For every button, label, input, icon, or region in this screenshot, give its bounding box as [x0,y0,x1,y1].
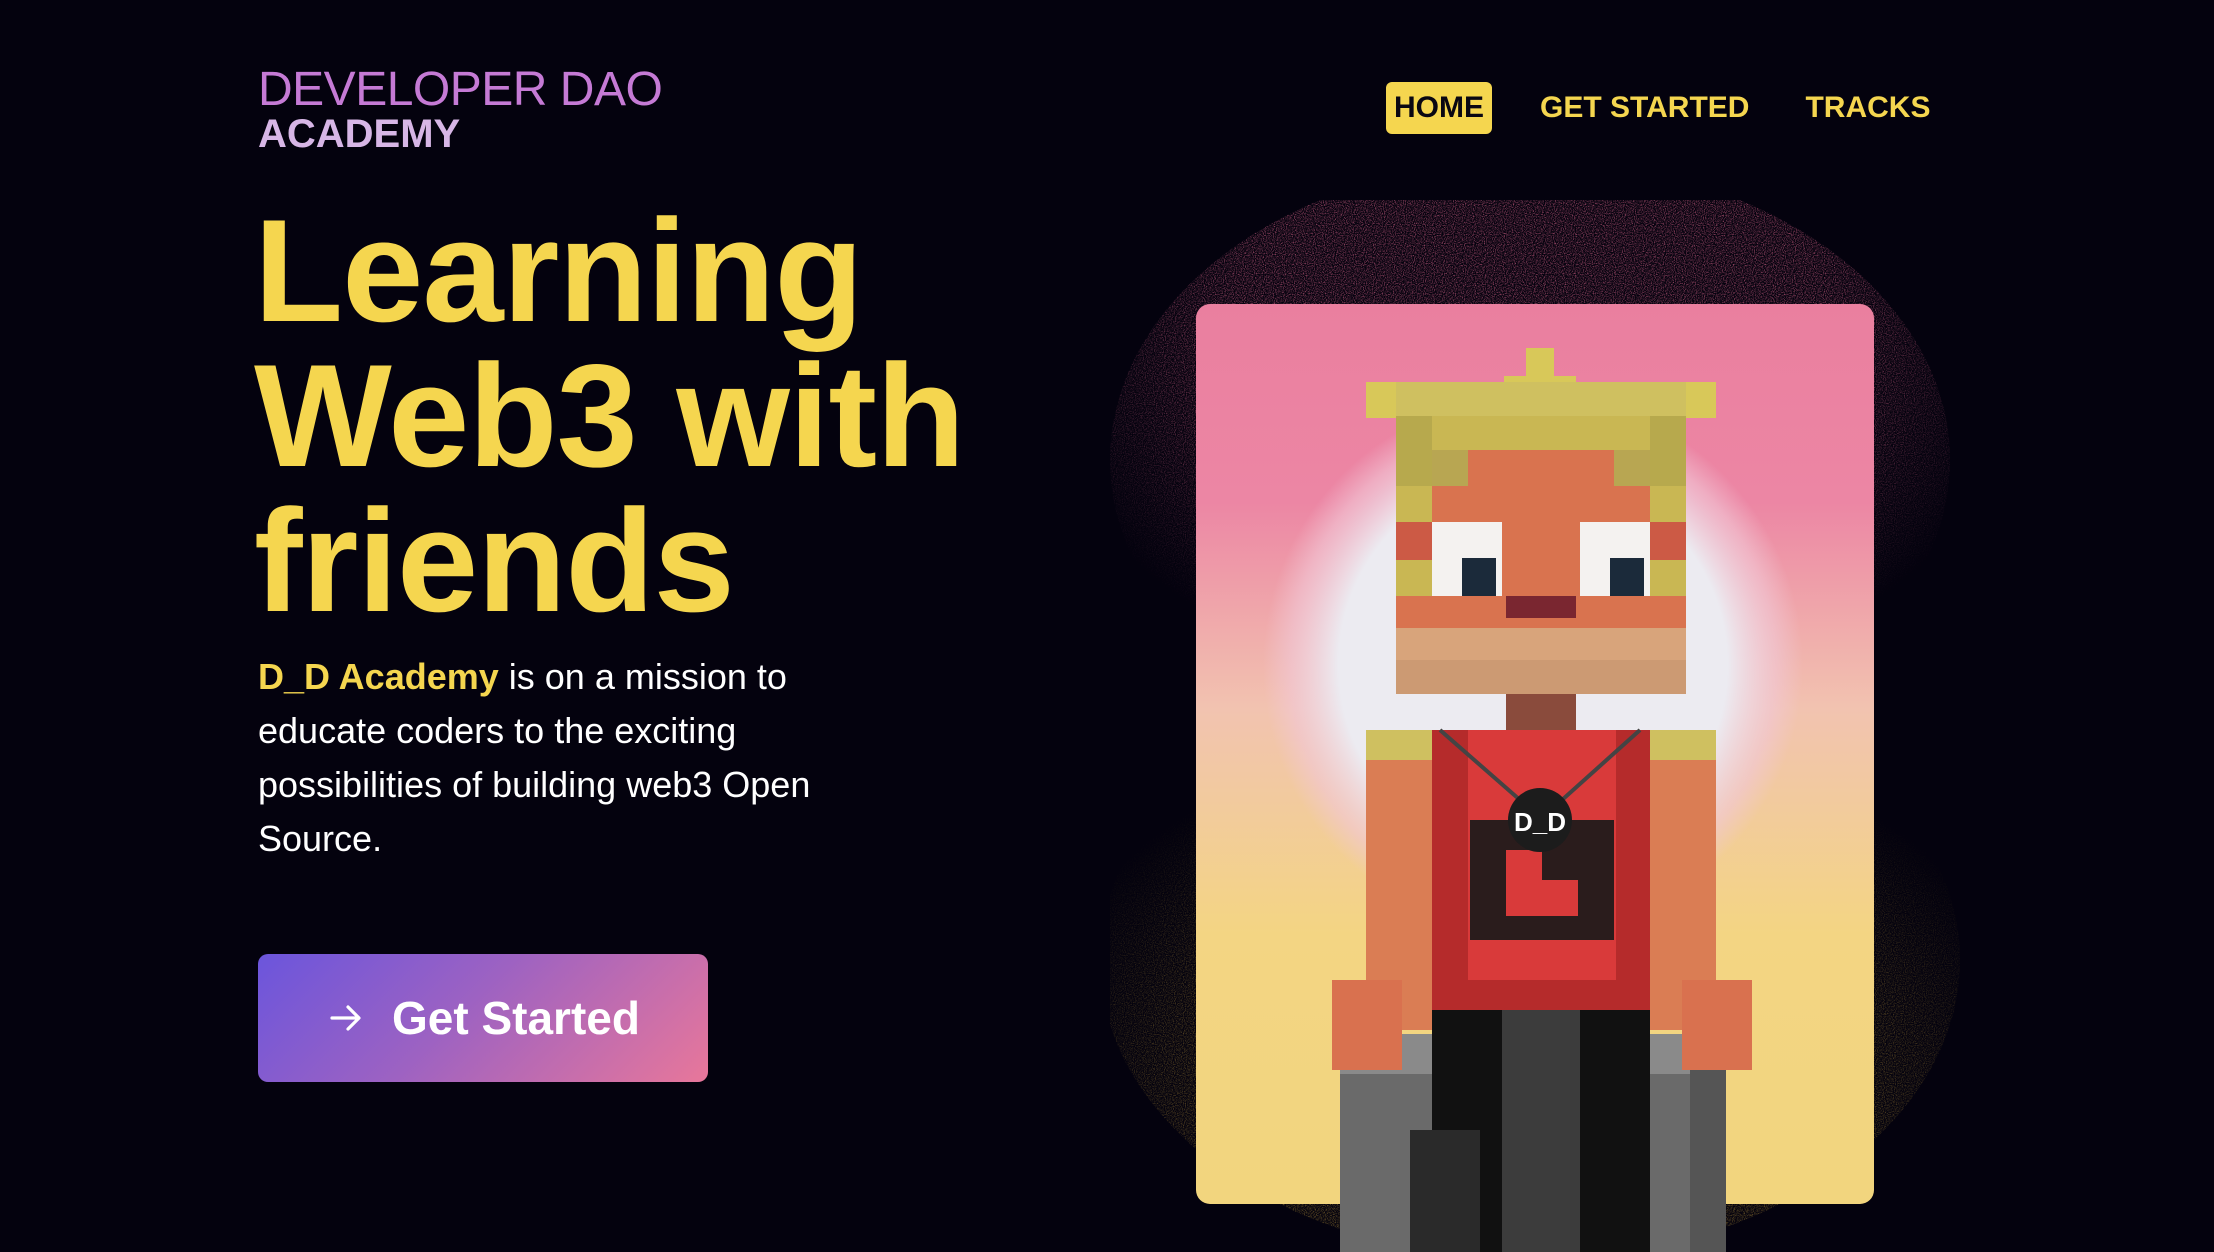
get-started-button-label: Get Started [392,992,640,1044]
hero-title-line-1: Learning [254,189,864,352]
site-logo[interactable]: DEVELOPER DAO ACADEMY [258,63,663,156]
hero-title-line-3: friends [254,479,735,642]
get-started-button[interactable]: Get Started [258,954,708,1082]
landing-page: DEVELOPER DAO ACADEMY HOME GET STARTED T… [0,0,2214,1252]
nav-tracks-link[interactable]: TRACKS [1797,82,1938,134]
main-nav: HOME GET STARTED TRACKS [1386,82,1938,134]
nav-get-started-link[interactable]: GET STARTED [1532,82,1757,134]
hero-title-line-2: Web3 with [254,334,965,497]
hero-description: D_D Academy is on a mission to educate c… [258,650,858,866]
necklace-badge-text: D_D [1514,807,1566,837]
hero-title: Learning Web3 with friends [254,198,1054,634]
logo-developer-dao: DEVELOPER DAO [258,63,663,116]
hero-illustration: D_D [1110,200,1960,1252]
nav-home-link[interactable]: HOME [1386,82,1492,134]
arrow-right-icon [330,1005,361,1031]
logo-academy: ACADEMY [258,112,461,156]
hero-description-brand: D_D Academy [258,656,499,697]
